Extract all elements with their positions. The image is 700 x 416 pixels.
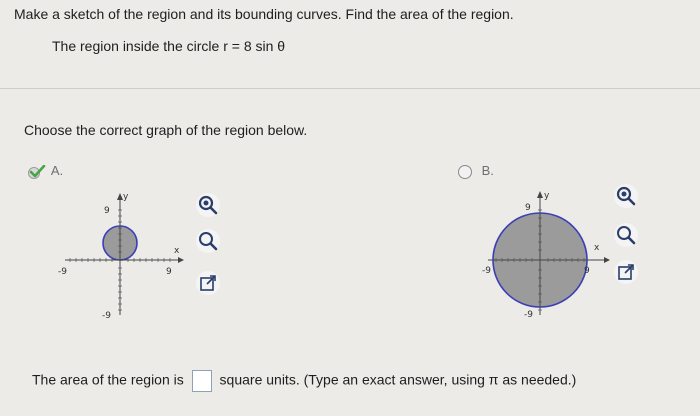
- y-top-tick-label: 9: [104, 206, 110, 216]
- zoom-out-button-b[interactable]: [614, 223, 638, 247]
- answer-input[interactable]: [191, 370, 212, 392]
- answer-row: The area of the region is square units. …: [32, 370, 576, 392]
- zoom-out-button-a[interactable]: [196, 229, 220, 253]
- option-b-radio[interactable]: [458, 164, 472, 179]
- option-b[interactable]: B.: [458, 163, 494, 179]
- x-right-tick-label: 9: [584, 266, 590, 276]
- divider: [0, 88, 700, 89]
- x-left-tick-label: -9: [482, 266, 491, 276]
- y-bottom-tick-label: -9: [102, 311, 111, 321]
- zoom-out-icon: [199, 232, 218, 251]
- y-axis-label: y: [123, 192, 129, 202]
- graph-option-b[interactable]: y 9 -9 -9 9 x: [476, 190, 616, 330]
- open-new-window-button-a[interactable]: [196, 271, 220, 295]
- zoom-in-button-b[interactable]: [614, 184, 638, 208]
- choose-prompt: Choose the correct graph of the region b…: [24, 122, 308, 138]
- zoom-in-icon: [198, 195, 218, 215]
- open-new-window-button-b[interactable]: [614, 260, 638, 284]
- graph-option-a[interactable]: y 9 -9 -9 9 x: [50, 190, 190, 330]
- open-in-new-window-icon: [618, 264, 634, 280]
- question-instruction: Make a sketch of the region and its boun…: [14, 6, 514, 22]
- x-axis-label: x: [594, 243, 600, 253]
- zoom-in-button-a[interactable]: [196, 193, 220, 217]
- open-in-new-window-icon: [200, 275, 216, 291]
- region-description: The region inside the circle r = 8 sin θ: [52, 38, 286, 54]
- zoom-in-icon: [616, 186, 636, 206]
- answer-prefix: The area of the region is: [32, 371, 184, 388]
- x-axis-label: x: [174, 246, 180, 256]
- x-left-tick-label: -9: [58, 267, 67, 277]
- y-top-tick-label: 9: [525, 203, 531, 213]
- x-right-tick-label: 9: [166, 267, 172, 277]
- selected-check-icon: [28, 164, 46, 179]
- y-bottom-tick-label: -9: [524, 310, 533, 320]
- option-b-label: B.: [481, 163, 494, 178]
- answer-suffix: square units. (Type an exact answer, usi…: [219, 371, 577, 388]
- option-a-label: A.: [50, 163, 64, 178]
- zoom-out-icon: [617, 226, 636, 245]
- option-a[interactable]: A.: [28, 163, 63, 179]
- y-axis-label: y: [544, 191, 550, 201]
